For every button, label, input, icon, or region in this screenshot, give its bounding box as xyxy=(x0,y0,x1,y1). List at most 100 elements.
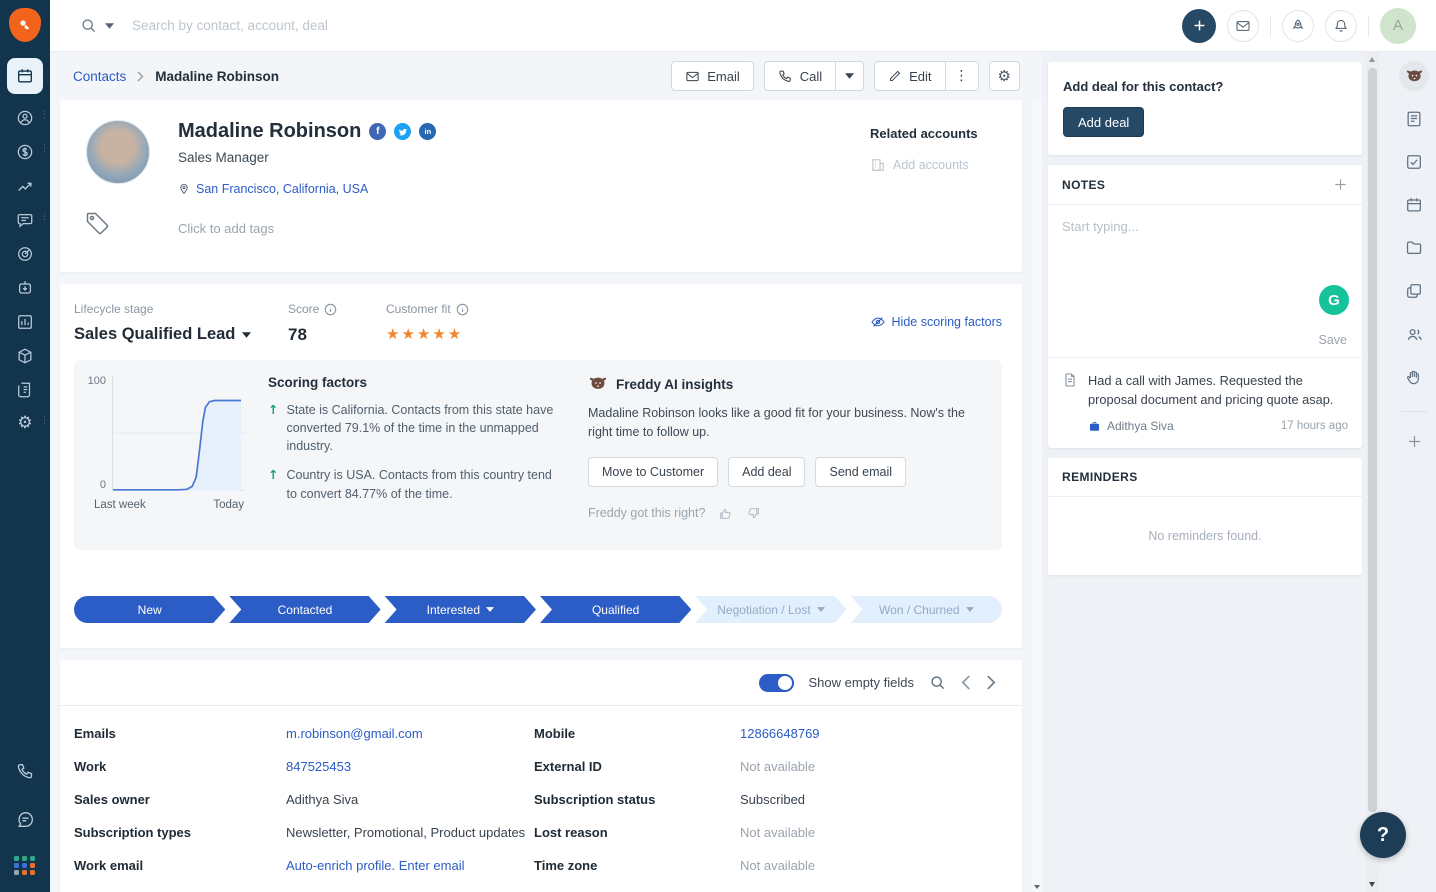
save-note-button[interactable]: Save xyxy=(1319,333,1348,347)
stage-negotiation-lost[interactable]: Negotiation / Lost xyxy=(695,596,846,623)
target-icon xyxy=(16,245,34,263)
strip-item-appointments[interactable] xyxy=(1399,190,1429,220)
sidebar-item-automation[interactable] xyxy=(7,271,43,304)
thumbs-down-icon[interactable] xyxy=(746,506,761,521)
sidebar-item-phone[interactable] xyxy=(7,755,43,788)
check-square-icon xyxy=(1405,153,1423,171)
stage-new[interactable]: New xyxy=(74,596,225,623)
search-fields-icon[interactable] xyxy=(929,674,946,691)
deals-more-icon[interactable]: ⋮ xyxy=(40,145,49,154)
note-author: Adithya Siva xyxy=(1107,419,1174,433)
search-icon[interactable] xyxy=(80,17,97,34)
settings-more-icon[interactable]: ⋮ xyxy=(40,417,49,426)
right-panel-scrollbar[interactable] xyxy=(1366,52,1379,892)
layout-settings-button[interactable]: ⚙ xyxy=(989,61,1020,91)
chevron-right-icon[interactable] xyxy=(986,675,996,690)
scroll-down-arrow-icon[interactable] xyxy=(1034,885,1040,889)
sidebar-item-products[interactable] xyxy=(7,339,43,372)
contact-location[interactable]: San Francisco, California, USA xyxy=(178,182,436,196)
main-scrollbar[interactable] xyxy=(1030,100,1042,892)
conversations-more-icon[interactable]: ⋮ xyxy=(40,213,49,222)
scrollbar-thumb[interactable] xyxy=(1368,68,1377,812)
whats-new-button[interactable] xyxy=(1282,10,1314,42)
note-editor[interactable]: Start typing... G Save xyxy=(1048,205,1362,357)
field-value-work-phone[interactable]: 847525453 xyxy=(286,759,534,774)
sidebar-item-calendar[interactable] xyxy=(7,58,43,94)
field-value-sales-owner: Adithya Siva xyxy=(286,792,534,807)
strip-item-freddy[interactable] xyxy=(1399,61,1429,91)
email-button[interactable]: Email xyxy=(671,61,754,91)
sidebar-item-dashboards[interactable] xyxy=(7,305,43,338)
strip-item-add-widget[interactable] xyxy=(1399,426,1429,456)
notifications-button[interactable] xyxy=(1325,10,1357,42)
sidebar-item-campaigns[interactable] xyxy=(7,237,43,270)
twitter-icon[interactable] xyxy=(394,123,411,140)
lifecycle-stage-dropdown[interactable]: Sales Qualified Lead xyxy=(74,325,288,344)
copy-icon xyxy=(1405,282,1423,300)
contact-avatar[interactable] xyxy=(86,120,150,184)
linkedin-icon[interactable]: in xyxy=(419,123,436,140)
info-icon[interactable] xyxy=(324,303,337,316)
field-value-emails[interactable]: m.robinson@gmail.com xyxy=(286,726,534,741)
trend-icon xyxy=(16,177,34,195)
move-to-customer-button[interactable]: Move to Customer xyxy=(588,457,718,487)
scroll-up-arrow-icon[interactable] xyxy=(1369,57,1375,62)
send-email-button[interactable]: Send email xyxy=(815,457,906,487)
sidebar-item-documents[interactable] xyxy=(7,373,43,406)
stage-interested[interactable]: Interested xyxy=(385,596,536,623)
stage-won-churned[interactable]: Won / Churned xyxy=(851,596,1002,623)
freddy-add-deal-button[interactable]: Add deal xyxy=(728,457,805,487)
strip-item-engagement[interactable] xyxy=(1399,362,1429,392)
edit-button[interactable]: Edit xyxy=(874,61,945,91)
add-note-icon[interactable] xyxy=(1333,177,1348,192)
more-actions-button[interactable]: ⋮ xyxy=(945,61,979,91)
search-scope-caret-icon[interactable] xyxy=(105,23,114,29)
strip-item-participants[interactable] xyxy=(1399,319,1429,349)
contacts-more-icon[interactable]: ⋮ xyxy=(40,111,49,120)
chevron-left-icon[interactable] xyxy=(961,675,971,690)
strip-item-notes[interactable] xyxy=(1399,104,1429,134)
help-button[interactable]: ? xyxy=(1360,812,1406,858)
field-value-external-id: Not available xyxy=(740,759,1002,774)
strip-item-duplicates[interactable] xyxy=(1399,276,1429,306)
sidebar-item-contacts[interactable]: ⋮ xyxy=(7,101,43,134)
show-empty-fields-label: Show empty fields xyxy=(809,675,915,690)
breadcrumb-contacts-link[interactable]: Contacts xyxy=(73,69,126,84)
scroll-down-arrow-icon[interactable] xyxy=(1369,882,1375,887)
grammarly-icon[interactable]: G xyxy=(1319,285,1349,315)
field-value-mobile[interactable]: 12866648769 xyxy=(740,726,1002,741)
sidebar-item-deals[interactable]: ⋮ xyxy=(7,135,43,168)
reminders-empty-state: No reminders found. xyxy=(1048,497,1362,575)
search-input[interactable] xyxy=(132,18,552,33)
user-avatar[interactable]: A xyxy=(1380,8,1416,44)
quick-add-button[interactable] xyxy=(1182,9,1216,43)
info-icon[interactable] xyxy=(456,303,469,316)
add-deal-button[interactable]: Add deal xyxy=(1063,107,1144,137)
bell-icon xyxy=(1333,18,1349,34)
facebook-icon[interactable]: f xyxy=(369,123,386,140)
hide-scoring-factors-link[interactable]: Hide scoring factors xyxy=(870,314,1002,330)
field-label: Subscription types xyxy=(74,825,286,840)
show-empty-fields-toggle[interactable] xyxy=(759,674,794,692)
add-accounts-link[interactable]: Add accounts xyxy=(870,157,1000,173)
sidebar-item-settings[interactable]: ⚙ ⋮ xyxy=(7,407,43,440)
note-list-item[interactable]: Had a call with James. Requested the pro… xyxy=(1048,357,1362,448)
stage-contacted[interactable]: Contacted xyxy=(229,596,380,623)
freshworks-logo[interactable] xyxy=(9,8,41,42)
sidebar-item-apps-switcher[interactable] xyxy=(7,849,43,882)
field-value-work-email[interactable]: Auto-enrich profile. Enter email xyxy=(286,858,534,873)
sidebar-item-chat-support[interactable] xyxy=(7,803,43,836)
thumbs-up-icon[interactable] xyxy=(718,506,733,521)
add-tags-field[interactable]: Click to add tags xyxy=(178,221,436,236)
call-dropdown-button[interactable] xyxy=(835,61,864,91)
email-inbox-button[interactable] xyxy=(1227,10,1259,42)
sidebar-item-conversations[interactable]: ⋮ xyxy=(7,203,43,236)
stage-qualified[interactable]: Qualified xyxy=(540,596,691,623)
sidebar-item-reports[interactable] xyxy=(7,169,43,202)
field-label: Sales owner xyxy=(74,792,286,807)
tag-icon[interactable] xyxy=(84,210,110,236)
strip-item-tasks[interactable] xyxy=(1399,147,1429,177)
strip-item-files[interactable] xyxy=(1399,233,1429,263)
freddy-message: Madaline Robinson looks like a good fit … xyxy=(588,404,984,443)
call-button[interactable]: Call xyxy=(764,61,836,91)
